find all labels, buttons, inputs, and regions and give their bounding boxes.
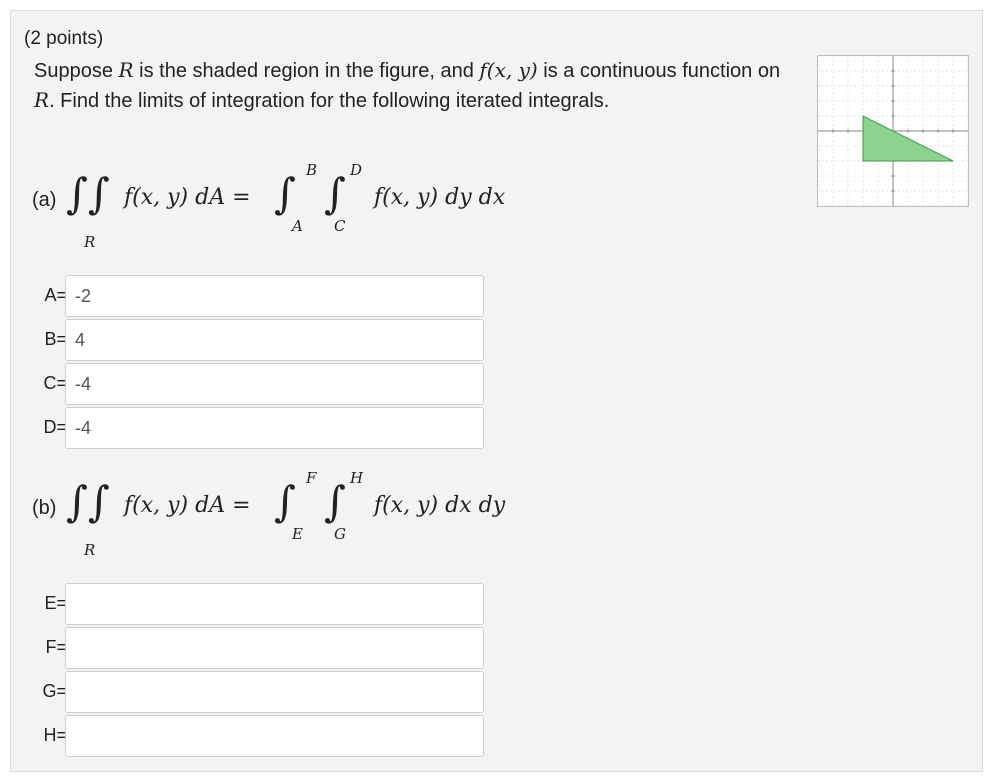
shaded-region	[862, 115, 954, 162]
field-h-input[interactable]	[65, 715, 484, 757]
prompt-region-symbol: R	[118, 58, 134, 82]
field-b-input[interactable]	[65, 319, 484, 361]
part-b-upper-inner: H	[350, 469, 364, 487]
part-a-inner-integral-sign: ∫	[324, 169, 346, 218]
part-b-lower-inner: G	[334, 525, 346, 543]
part-b-upper-outer: F	[306, 469, 317, 487]
field-a-label: A=	[44, 285, 67, 305]
prompt-text-2: is the shaded region in the figure, and	[133, 60, 480, 82]
part-b-equation: (b) ∫∫ R f(x, y) dA = ∫ F E ∫ H G f(x, y…	[32, 469, 552, 559]
part-a-upper-inner: D	[350, 161, 363, 179]
field-g-input[interactable]	[65, 671, 484, 713]
part-a-upper-outer: B	[306, 161, 318, 179]
part-b-double-integral-sign: ∫∫	[66, 477, 110, 526]
prompt-region-symbol-2: R	[34, 88, 50, 112]
part-b-inner-integral-sign: ∫	[324, 477, 346, 526]
problem-statement: Suppose R is the shaded region in the fi…	[34, 56, 784, 116]
part-b-outer-integral-sign: ∫	[274, 477, 296, 526]
field-h-label: H=	[43, 725, 67, 745]
part-a-lower-outer: A	[292, 217, 303, 235]
part-a-lhs: f(x, y) dA =	[124, 185, 251, 210]
part-a-double-integral-sign: ∫∫	[66, 169, 110, 218]
field-f-label: F=	[45, 637, 67, 657]
part-a-region-subscript: R	[84, 233, 96, 251]
region-figure	[817, 55, 969, 207]
field-d-input[interactable]	[65, 407, 484, 449]
part-a-label: (a)	[32, 189, 57, 211]
prompt-text-3: is a continuous function on	[537, 60, 781, 82]
part-b-label: (b)	[32, 497, 57, 519]
field-g-label: G=	[42, 681, 67, 701]
prompt-text-4: . Find the limits of integration for the…	[49, 90, 610, 112]
field-f-input[interactable]	[65, 627, 484, 669]
points-label: (2 points)	[24, 28, 104, 49]
part-b-region-subscript: R	[84, 541, 96, 559]
part-a-rhs: f(x, y) dy dx	[374, 185, 506, 210]
prompt-function-symbol: f(x, y)	[479, 58, 538, 82]
field-a-input[interactable]	[65, 275, 484, 317]
part-a-outer-integral-sign: ∫	[274, 169, 296, 218]
region-graph	[817, 55, 969, 207]
prompt-text-1: Suppose	[34, 60, 119, 82]
part-b-lower-outer: E	[292, 525, 303, 543]
part-a-equation: (a) ∫∫ R f(x, y) dA = ∫ B A ∫ D C f(x, y…	[32, 161, 552, 251]
part-b-lhs: f(x, y) dA =	[124, 493, 251, 518]
field-e-input[interactable]	[65, 583, 484, 625]
problem-panel: (2 points) Suppose R is the shaded regio…	[10, 10, 983, 772]
field-c-label: C=	[43, 373, 67, 393]
part-b-rhs: f(x, y) dx dy	[374, 493, 506, 518]
field-c-input[interactable]	[65, 363, 484, 405]
part-a-lower-inner: C	[334, 217, 346, 235]
field-b-label: B=	[44, 329, 67, 349]
field-e-label: E=	[44, 593, 67, 613]
field-d-label: D=	[43, 417, 67, 437]
